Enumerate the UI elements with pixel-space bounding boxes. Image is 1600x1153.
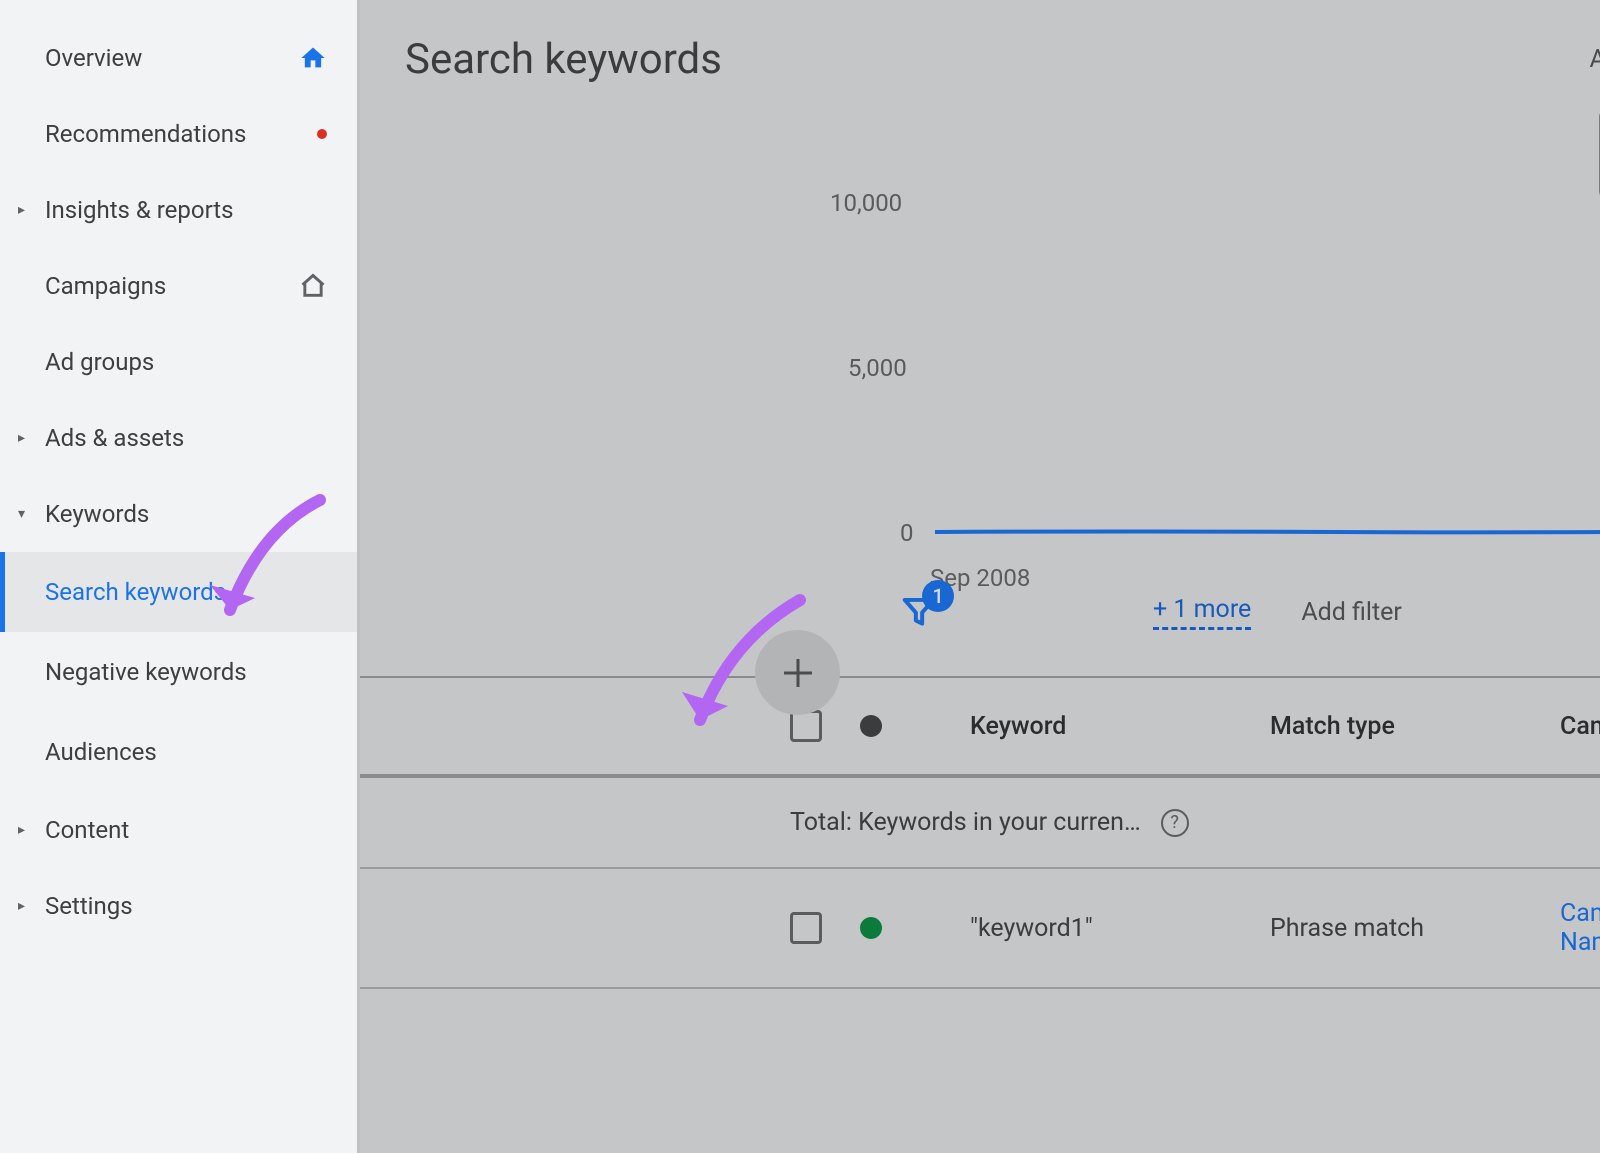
more-filters-link[interactable]: + 1 more — [1153, 595, 1251, 630]
plus-icon — [778, 653, 818, 693]
y-tick-label: 5,000 — [848, 354, 907, 382]
sidebar-item-label: Insights & reports — [45, 196, 327, 224]
sidebar-item-label: Campaigns — [45, 272, 299, 300]
caret-down-icon: ▾ — [18, 506, 25, 522]
sidebar-item-label: Content — [45, 816, 327, 844]
match-type-cell: Phrase match — [1270, 914, 1560, 943]
add-button[interactable] — [755, 630, 840, 715]
column-header-keyword[interactable]: Keyword — [970, 712, 1270, 741]
sidebar-subitem-audiences[interactable]: Audiences — [0, 712, 357, 792]
sidebar-item-recommendations[interactable]: Recommendations — [0, 96, 357, 172]
column-header-campaign[interactable]: Campaign — [1560, 712, 1600, 741]
sidebar-item-content[interactable]: ▸ Content — [0, 792, 357, 868]
add-filter-button[interactable]: Add filter — [1301, 598, 1402, 627]
sidebar-item-ad-groups[interactable]: Ad groups — [0, 324, 357, 400]
table-summary-row: Total: Keywords in your curren… ? — [360, 778, 1600, 869]
home-icon — [299, 44, 327, 72]
help-icon[interactable]: ? — [1161, 809, 1189, 837]
sidebar-subitem-label: Negative keywords — [45, 658, 247, 686]
caret-right-icon: ▸ — [18, 430, 25, 446]
y-tick-label: 0 — [900, 519, 914, 547]
sidebar-subitem-search-keywords[interactable]: Search keywords — [0, 552, 357, 632]
sidebar-item-settings[interactable]: ▸ Settings — [0, 868, 357, 944]
sidebar-item-label: Keywords — [45, 500, 327, 528]
y-tick-label: 10,000 — [830, 189, 902, 217]
campaign-link[interactable]: Campaign Name — [1560, 899, 1600, 957]
row-checkbox[interactable] — [790, 912, 822, 944]
sidebar-item-label: Ad groups — [45, 348, 327, 376]
table-row[interactable]: "keyword1" Phrase match Campaign Name — [360, 869, 1600, 989]
sidebar-item-overview[interactable]: Overview — [0, 20, 357, 96]
page-header: Search keywords All time — [360, 0, 1600, 119]
date-range-selector[interactable]: All time — [1589, 45, 1600, 74]
column-header-match-type[interactable]: Match type — [1270, 712, 1560, 741]
caret-right-icon: ▸ — [18, 822, 25, 838]
sidebar-item-label: Recommendations — [45, 120, 313, 148]
status-dot-icon — [860, 917, 882, 939]
page-title: Search keywords — [405, 35, 1589, 84]
sidebar-item-label: Ads & assets — [45, 424, 327, 452]
keyword-cell: "keyword1" — [970, 914, 1270, 943]
table-header-row: Keyword Match type Campaign — [360, 678, 1600, 778]
sidebar-item-insights-reports[interactable]: ▸ Insights & reports — [0, 172, 357, 248]
notification-dot-icon — [317, 129, 327, 139]
sidebar-subitem-label: Search keywords — [45, 578, 226, 606]
filter-button[interactable]: 1 — [900, 592, 938, 634]
sidebar-item-keywords[interactable]: ▾ Keywords — [0, 476, 357, 552]
keywords-table: Keyword Match type Campaign Total: Keywo… — [360, 676, 1600, 989]
caret-right-icon: ▸ — [18, 202, 25, 218]
sidebar-subitem-negative-keywords[interactable]: Negative keywords — [0, 632, 357, 712]
status-header-icon[interactable] — [860, 715, 882, 737]
chart: 10,000 5,000 0 Sep 2008 — [360, 119, 1600, 549]
sidebar-subitem-label: Audiences — [45, 738, 157, 766]
chart-plot — [935, 204, 1600, 544]
home-outline-icon — [299, 272, 327, 300]
filter-count-badge: 1 — [922, 580, 954, 612]
sidebar-item-campaigns[interactable]: Campaigns — [0, 248, 357, 324]
sidebar-item-label: Overview — [45, 44, 299, 72]
sidebar: Overview Recommendations ▸ Insights & re… — [0, 0, 360, 1153]
caret-right-icon: ▸ — [18, 898, 25, 914]
sidebar-item-label: Settings — [45, 892, 327, 920]
main-content: Search keywords All time 10,000 5,000 0 … — [360, 0, 1600, 1153]
sidebar-item-ads-assets[interactable]: ▸ Ads & assets — [0, 400, 357, 476]
summary-text: Total: Keywords in your curren… — [790, 808, 1141, 837]
